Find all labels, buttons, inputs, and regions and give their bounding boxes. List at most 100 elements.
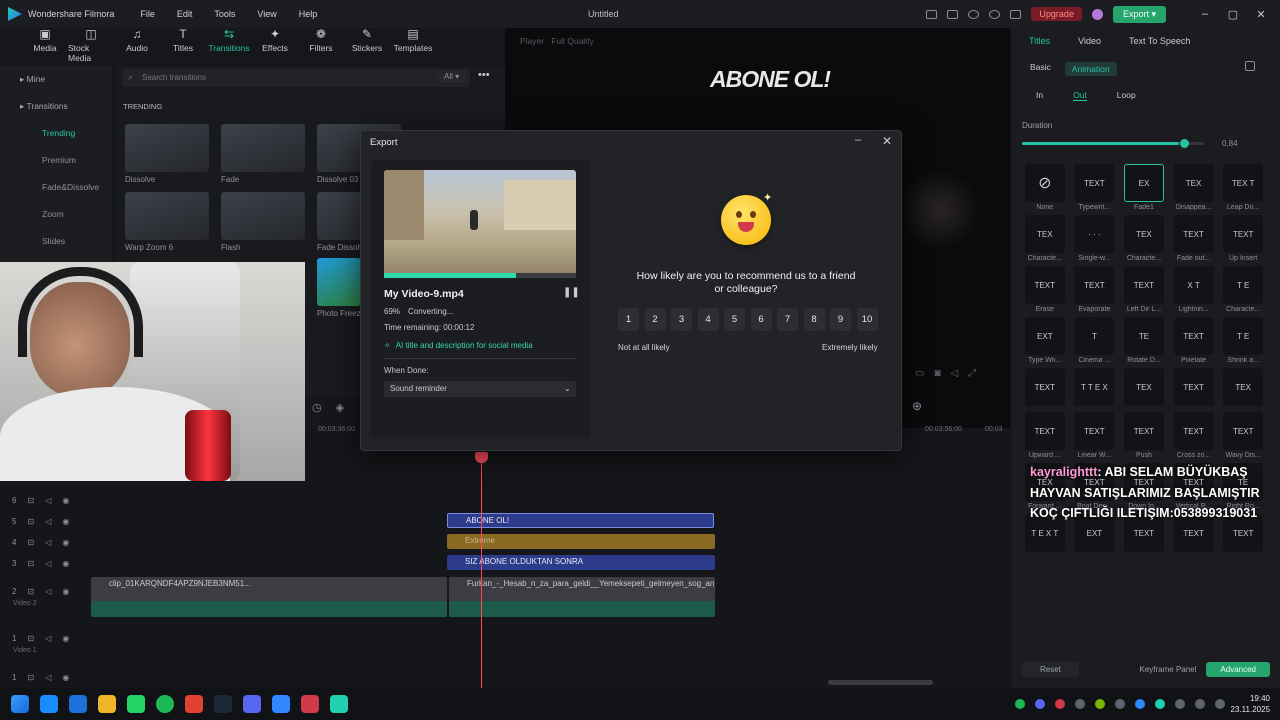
animation-preset[interactable]: T T E X [1070,368,1120,408]
gift-icon[interactable] [1010,9,1022,19]
animation-preset[interactable]: TEXT Push [1119,412,1169,459]
tray-app-icon[interactable] [1074,699,1085,709]
fullscreen-icon[interactable]: ⤢ [968,368,976,379]
taskbar-app-icon[interactable] [330,695,348,713]
animation-preset[interactable]: TEX T Leap Do... [1218,164,1268,211]
nps-score-9[interactable]: 9 [830,308,851,331]
nps-score-8[interactable]: 8 [803,308,825,331]
taskbar-app-icon[interactable] [214,695,232,713]
library-item[interactable]: Warp Zoom 6 [125,192,209,252]
tab-text-to-speech[interactable]: Text To Speech [1129,36,1190,46]
panel-settings-icon[interactable] [1245,61,1255,71]
eye-icon[interactable]: ◉ [62,559,69,568]
menu-view[interactable]: View [257,9,276,19]
player-tab-label[interactable]: Player [520,36,544,46]
toolbar-templates[interactable]: ▤ Templates [390,28,436,64]
menu-help[interactable]: Help [299,9,318,19]
tab-titles[interactable]: Titles [1029,36,1050,46]
animation-preset[interactable]: T Cinema ... [1070,317,1120,364]
animation-preset[interactable]: EX Fade1 [1119,164,1169,211]
animation-preset[interactable]: T E Characte... [1218,266,1268,313]
animation-preset[interactable]: TEXT Erase [1020,266,1070,313]
tray-app-icon[interactable] [1094,699,1105,709]
close-icon[interactable]: ✕ [1252,8,1270,21]
toolbar-stock-media[interactable]: ◫ Stock Media [68,28,114,64]
animation-preset[interactable]: TEXT Evaporate [1070,266,1120,313]
tray-app-icon[interactable] [1154,699,1165,709]
tray-spotify-icon[interactable] [1014,699,1025,709]
minimize-icon[interactable]: – [1196,8,1214,20]
quality-dropdown[interactable]: Full Quality [551,36,594,46]
clip-siz-abone[interactable]: SIZ ABONE OLDUKTAN SONRA [447,555,715,570]
nps-score-4[interactable]: 4 [697,308,719,331]
animation-preset[interactable]: TEXT Up Insert [1218,215,1268,262]
sidebar-item-mine[interactable]: ▸ Mine [0,66,112,93]
lock-icon[interactable]: ⊡ [27,673,34,682]
duration-slider-handle[interactable] [1180,139,1189,148]
animation-preset[interactable]: TEXT Wavy Dis... [1218,412,1268,459]
more-options-icon[interactable]: ••• [478,69,490,81]
toolbar-stickers[interactable]: ✎ Stickers [344,28,390,64]
timeline-scrollbar[interactable] [828,680,933,685]
tray-app-icon[interactable] [1054,699,1065,709]
export-button[interactable]: Export ▾ [1112,5,1166,23]
timeline-add-icon[interactable]: ⊕ [912,399,922,413]
sidebar-item-zoom[interactable]: Zoom [0,201,112,228]
keyframe-panel-button[interactable]: Keyframe Panel [1129,662,1206,677]
nps-score-6[interactable]: 6 [750,308,772,331]
toolbar-titles[interactable]: T Titles [160,28,206,64]
sidebar-item-fade-dissolve[interactable]: Fade&Dissolve [0,174,112,201]
speaker-icon[interactable]: ◁ [45,634,51,643]
nps-score-7[interactable]: 7 [777,308,798,331]
nps-score-1[interactable]: 1 [618,308,639,331]
tray-app-icon[interactable] [1034,699,1045,709]
animation-preset[interactable]: TEXT [1169,368,1219,408]
layout-icon[interactable] [926,9,938,19]
cloud-icon[interactable] [968,9,980,19]
speaker-icon[interactable]: ◁ [45,538,51,547]
reset-button[interactable]: Reset [1022,662,1079,677]
eye-icon[interactable]: ◉ [62,517,69,526]
tab-video[interactable]: Video [1078,36,1101,46]
dialog-minimize-icon[interactable]: – [855,134,861,146]
speaker-icon[interactable]: ◁ [45,496,51,505]
lock-icon[interactable]: ⊡ [27,587,34,596]
volume-icon[interactable]: ◁ [951,368,959,379]
eye-icon[interactable]: ◉ [62,634,69,643]
playhead[interactable] [481,452,482,688]
animation-preset[interactable]: · · · Single-w... [1070,215,1120,262]
snapshot-icon[interactable]: ▭ [915,368,924,379]
lock-icon[interactable]: ⊡ [27,559,34,568]
eye-icon[interactable]: ◉ [62,538,69,547]
keyframe-icon[interactable]: ◈ [336,401,344,414]
animation-preset[interactable]: TEXT Left Dir L... [1119,266,1169,313]
animation-preset[interactable]: T E Shrink a... [1218,317,1268,364]
camera-icon[interactable]: ◙ [934,368,940,379]
taskbar-app-icon[interactable] [156,695,174,713]
nps-score-2[interactable]: 2 [644,308,666,331]
avatar[interactable] [1091,8,1103,20]
pause-icon[interactable]: ❚❚ [563,287,580,298]
support-icon[interactable] [989,9,1001,19]
search-input[interactable]: ⌕ Search transitions [122,69,470,87]
lock-icon[interactable]: ⊡ [27,634,34,643]
taskbar-app-icon[interactable] [301,695,319,713]
clip-extreme[interactable]: Extreme [447,534,715,549]
taskbar-app-icon[interactable] [243,695,261,713]
lock-icon[interactable]: ⊡ [27,517,34,526]
sidebar-item-premium[interactable]: Premium [0,147,112,174]
tray-app-icon[interactable] [1134,699,1145,709]
speaker-icon[interactable]: ◁ [45,673,51,682]
library-item[interactable]: Dissolve [125,124,209,184]
animation-preset[interactable]: TEX Characte... [1020,215,1070,262]
animation-preset[interactable]: TEXT Fade out... [1169,215,1219,262]
taskbar-app-icon[interactable] [69,695,87,713]
animation-preset[interactable]: TEX [1218,368,1268,408]
menu-file[interactable]: File [140,9,155,19]
upgrade-button[interactable]: Upgrade [1031,7,1082,21]
animation-preset[interactable]: TEXT Cross zo... [1169,412,1219,459]
sidebar-item-trending[interactable]: Trending [0,120,112,147]
taskbar-app-icon[interactable] [127,695,145,713]
toolbar-transitions[interactable]: ⇆ Transitions [206,28,252,64]
clip-video-1[interactable]: clip_01KARQNDF4APZ9NJEB3NM51... [91,577,447,617]
